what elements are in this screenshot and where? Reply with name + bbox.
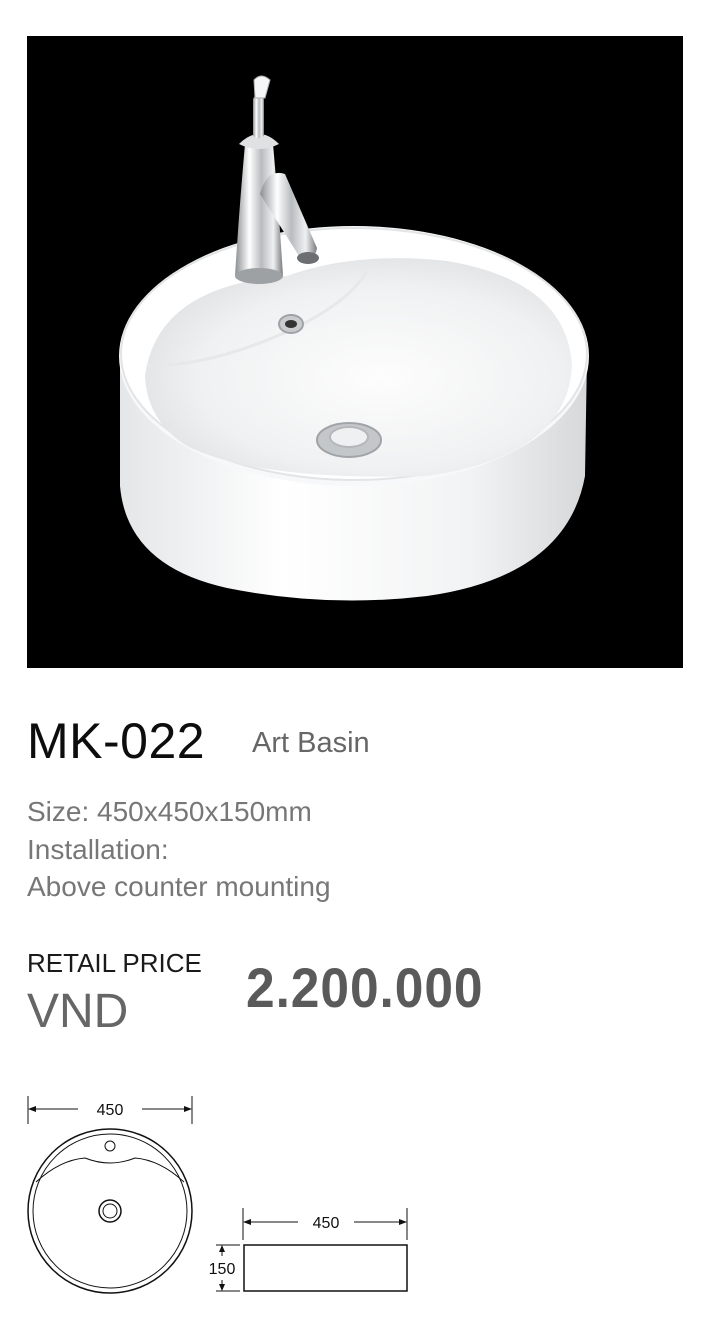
dimension-drawing: 450 450 150 <box>27 1096 408 1294</box>
basin-icon <box>119 75 589 601</box>
installation-label: Installation: <box>27 834 169 865</box>
price-amount: 2.200.000 <box>246 956 484 1019</box>
drain-icon <box>316 422 382 458</box>
product-photo <box>27 36 683 668</box>
size-spec: Size: 450x450x150mm <box>27 796 312 827</box>
installation-value: Above counter mounting <box>27 871 331 902</box>
side-view: 450 150 <box>209 1208 408 1292</box>
side-height-label: 150 <box>209 1261 236 1278</box>
retail-price-label: RETAIL PRICE <box>27 948 202 978</box>
top-view: 450 <box>27 1096 193 1294</box>
overflow-icon <box>278 314 304 334</box>
basin-outline <box>27 1128 193 1294</box>
top-width-label: 450 <box>97 1102 124 1119</box>
model-number: MK-022 <box>27 713 206 769</box>
currency: VND <box>27 985 129 1038</box>
faucet-icon <box>235 75 319 284</box>
side-width-label: 450 <box>313 1215 340 1232</box>
product-category: Art Basin <box>252 727 370 759</box>
